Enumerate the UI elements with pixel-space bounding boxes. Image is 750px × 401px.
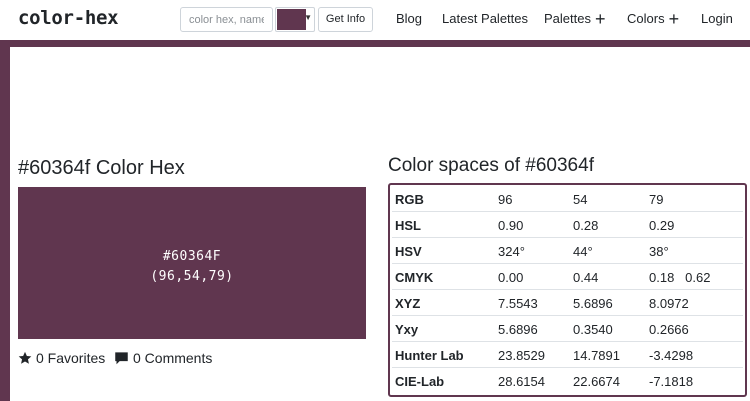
plus-icon: + xyxy=(594,9,606,29)
color-swatch xyxy=(277,9,306,30)
row-label: Yxy xyxy=(395,322,419,337)
brand-logo[interactable]: color-hex xyxy=(18,7,119,29)
star-icon xyxy=(18,351,32,364)
page-title: #60364f Color Hex xyxy=(18,157,185,179)
cell-value: 96 xyxy=(498,192,513,207)
row-label: CIE-Lab xyxy=(395,374,445,389)
main-content: #60364f Color Hex #60364F (96,54,79) 0 F… xyxy=(10,47,750,401)
nav-link-label: Login xyxy=(701,11,733,26)
cell-value: 0.44 xyxy=(573,270,599,285)
table-row: Yxy 5.6896 0.3540 0.2666 xyxy=(392,317,743,342)
table-row: RGB 96 54 79 xyxy=(392,187,743,212)
caret-down-icon: ▼ xyxy=(304,13,312,22)
cell-value: 0.28 xyxy=(573,218,599,233)
row-label: Hunter Lab xyxy=(395,348,464,363)
row-label: RGB xyxy=(395,192,424,207)
cell-value: 0.2666 xyxy=(649,322,689,337)
color-picker[interactable]: ▼ xyxy=(275,7,315,32)
cell-value: -3.4298 xyxy=(649,348,694,363)
color-preview: #60364F (96,54,79) xyxy=(18,187,366,339)
nav-link-login[interactable]: Login xyxy=(701,11,733,26)
table-row: XYZ 7.5543 5.6896 8.0972 xyxy=(392,291,743,316)
cell-value: 5.6896 xyxy=(573,296,613,311)
cell-value: 38° xyxy=(649,244,669,259)
nav-link-latest-palettes[interactable]: Latest Palettes xyxy=(442,11,528,26)
nav-link-label: Latest Palettes xyxy=(442,11,528,26)
search-input[interactable] xyxy=(180,7,273,32)
navbar: color-hex ▼ Get Info Blog Latest Palette… xyxy=(0,0,750,40)
row-label: CMYK xyxy=(395,270,434,285)
plus-icon: + xyxy=(668,9,680,29)
cell-value: 54 xyxy=(573,192,588,207)
comment-icon xyxy=(115,352,128,365)
table-row: CIE-Lab 28.6154 22.6674 -7.1818 xyxy=(392,369,743,394)
cell-value: 28.6154 xyxy=(498,374,545,389)
cell-value: -7.1818 xyxy=(649,374,694,389)
cell-value: 79 xyxy=(649,192,664,207)
cell-value: 5.6896 xyxy=(498,322,538,337)
table-row: Hunter Lab 23.8529 14.7891 -3.4298 xyxy=(392,343,743,368)
favorites-link[interactable]: 0 Favorites xyxy=(18,350,105,366)
comments-count: 0 Comments xyxy=(133,350,213,366)
cell-value: 0.29 xyxy=(649,218,675,233)
row-label: XYZ xyxy=(395,296,421,311)
get-info-button[interactable]: Get Info xyxy=(318,7,373,32)
cell-value: 22.6674 xyxy=(573,374,620,389)
cell-value: 8.0972 xyxy=(649,296,689,311)
table-row: HSL 0.90 0.28 0.29 xyxy=(392,213,743,238)
nav-link-label: Blog xyxy=(396,11,423,26)
table-row: CMYK 0.00 0.44 0.18 0.62 xyxy=(392,265,743,290)
cell-value: 0.3540 xyxy=(573,322,613,337)
color-spaces-table: RGB 96 54 79 HSL 0.90 0.28 0.29 HSV 324°… xyxy=(388,183,747,397)
preview-hex: #60364F xyxy=(162,249,222,264)
cell-value: 0.18 0.62 xyxy=(649,270,711,285)
cell-value: 0.00 xyxy=(498,270,524,285)
nav-link-blog[interactable]: Blog xyxy=(396,11,422,26)
cell-value: 7.5543 xyxy=(498,296,538,311)
nav-link-palettes[interactable]: Palettes + xyxy=(544,9,606,29)
cell-value: 0.90 xyxy=(498,218,524,233)
comments-link[interactable]: 0 Comments xyxy=(114,350,212,366)
cell-value: 14.7891 xyxy=(573,348,620,363)
nav-link-label: Palettes xyxy=(544,11,591,26)
preview-rgb: (96,54,79) xyxy=(150,269,234,284)
color-spaces-title: Color spaces of #60364f xyxy=(388,155,594,176)
nav-link-label: Colors xyxy=(627,11,665,26)
favorites-count: 0 Favorites xyxy=(36,350,106,366)
table-row: HSV 324° 44° 38° xyxy=(392,239,743,264)
row-label: HSV xyxy=(395,244,422,259)
cell-value: 23.8529 xyxy=(498,348,545,363)
nav-link-colors[interactable]: Colors + xyxy=(627,9,680,29)
cell-value: 44° xyxy=(573,244,593,259)
cell-value: 324° xyxy=(498,244,525,259)
row-label: HSL xyxy=(395,218,421,233)
